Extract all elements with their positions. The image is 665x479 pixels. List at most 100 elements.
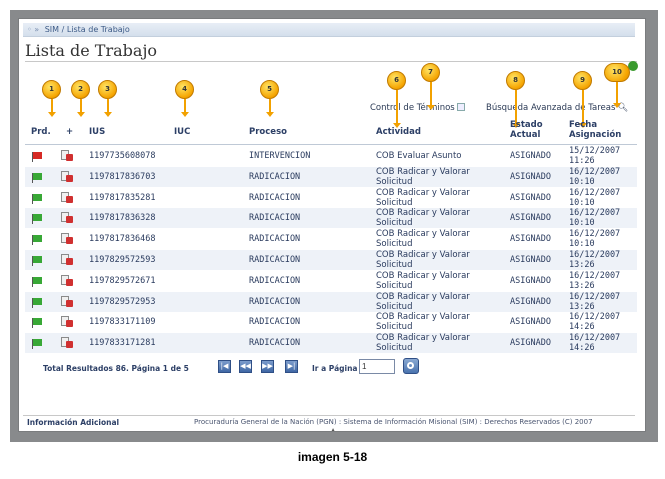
priority-flag-icon — [32, 318, 42, 329]
next-page-button[interactable]: ▶▶ — [261, 360, 274, 373]
col-ius[interactable]: IUS — [89, 127, 105, 137]
table-row[interactable]: 1197817836328 RADICACION COB Radicar y Val… — [25, 208, 637, 229]
col-proceso[interactable]: Proceso — [249, 127, 287, 137]
breadcrumb-text[interactable]: SIM / Lista de Trabajo — [45, 25, 130, 34]
prev-page-button[interactable]: ◀◀ — [239, 360, 252, 373]
callout-6: 6 — [387, 71, 406, 90]
screenshot-frame: ◦ » SIM / Lista de Trabajo Lista de Trab… — [10, 10, 658, 442]
cell-ius[interactable]: 1197735608078 — [89, 146, 156, 166]
cell-ius[interactable]: 1197817836703 — [89, 167, 156, 187]
cell-proceso: RADICACION — [249, 213, 301, 224]
cell-actividad-line1: COB Radicar y Valorar — [376, 291, 470, 302]
col-fecha-line1: Fecha — [569, 120, 598, 130]
first-page-button[interactable]: |◀ — [218, 360, 231, 373]
col-prd[interactable]: Prd. — [31, 127, 51, 137]
document-icon[interactable] — [61, 337, 73, 349]
table-row[interactable]: 1197829572671 RADICACION COB Radicar y Val… — [25, 271, 637, 291]
document-icon[interactable] — [61, 254, 73, 265]
cell-fecha-time: 10:10 — [569, 218, 595, 229]
document-icon[interactable] — [61, 191, 73, 203]
cell-actividad-line2: Solicitud — [376, 260, 413, 270]
cell-ius[interactable]: 1197833171109 — [89, 312, 156, 332]
document-icon[interactable] — [61, 295, 73, 307]
cell-actividad-line2: Solicitud — [376, 343, 413, 354]
chevron-up-icon[interactable]: ▲ — [327, 428, 339, 432]
document-icon[interactable] — [61, 233, 73, 245]
col-actividad[interactable]: Actividad — [376, 127, 421, 137]
cell-fecha-date: 16/12/2007 — [569, 291, 621, 302]
cell-fecha: 16/12/2007 14:26 — [569, 333, 620, 353]
cell-actividad-line1: COB Radicar y Valorar — [376, 333, 470, 344]
col-iuc[interactable]: IUC — [174, 127, 190, 137]
table-header: Prd. + IUS IUC Proceso Actividad Estado … — [25, 117, 637, 145]
cell-actividad-line1: COB Radicar y Valorar — [376, 187, 470, 198]
cell-fecha-date: 16/12/2007 — [569, 166, 621, 177]
table-row[interactable]: 1197817835281 RADICACION COB Radicar y Val… — [25, 188, 637, 208]
cell-ius[interactable]: 1197817835281 — [89, 188, 156, 208]
cell-proceso: RADICACION — [249, 275, 301, 286]
callout-9: 9 — [573, 71, 592, 90]
cell-ius[interactable]: 1197817836468 — [89, 229, 156, 249]
cell-proceso: RADICACION — [249, 192, 301, 203]
cell-actividad: COB Radicar y Valorar Solicitud — [376, 167, 470, 187]
divider — [25, 61, 637, 62]
busqueda-avanzada-label: Búsqueda Avanzada de Tareas — [486, 103, 616, 113]
cell-ius[interactable]: 1197829572593 — [89, 250, 156, 270]
priority-flag-icon — [32, 256, 42, 266]
table-row[interactable]: 1197829572953 RADICACION COB Radicar y Val… — [25, 291, 637, 312]
cell-estado: ASIGNADO — [510, 317, 551, 328]
document-icon[interactable] — [61, 170, 73, 182]
cell-fecha-date: 16/12/2007 — [569, 229, 621, 240]
cell-fecha-date: 16/12/2007 — [569, 333, 621, 344]
cell-ius[interactable]: 1197829572671 — [89, 271, 156, 291]
col-fecha[interactable]: Fecha Asignación — [569, 120, 621, 140]
priority-flag-icon — [32, 172, 42, 183]
busqueda-avanzada-link[interactable]: Búsqueda Avanzada de Tareas 🔍︎ — [486, 103, 628, 113]
col-estado[interactable]: Estado Actual — [510, 120, 543, 140]
goto-page-input[interactable] — [359, 359, 395, 374]
cell-fecha-date: 16/12/2007 — [569, 208, 621, 219]
cell-actividad-line1: COB Radicar y Valorar — [376, 208, 470, 219]
results-summary: Total Resultados 86. Página 1 de 5 — [43, 364, 189, 373]
cell-actividad-line2: Solicitud — [376, 280, 413, 291]
document-icon[interactable] — [61, 316, 73, 328]
cell-fecha-time: 14:26 — [569, 322, 595, 333]
last-page-button[interactable]: ▶| — [285, 360, 298, 373]
col-plus[interactable]: + — [66, 127, 73, 137]
document-icon[interactable] — [61, 150, 73, 161]
cell-ius[interactable]: 1197833171281 — [89, 333, 156, 353]
cell-fecha-date: 16/12/2007 — [569, 250, 621, 260]
table-row[interactable]: 1197829572593 RADICACION COB Radicar y Val… — [25, 250, 637, 270]
cell-fecha-time: 11:26 — [569, 156, 595, 166]
table-row[interactable]: 1197817836468 RADICACION COB Radicar y Val… — [25, 229, 637, 249]
cell-estado: ASIGNADO — [510, 255, 551, 265]
cell-ius[interactable]: 1197829572953 — [89, 292, 156, 312]
cell-ius[interactable]: 1197817836328 — [89, 208, 156, 228]
cell-proceso: RADICACION — [249, 296, 301, 307]
footer-info-link[interactable]: Información Adicional — [27, 418, 119, 427]
cell-proceso: INTERVENCION — [249, 151, 311, 161]
callout-5: 5 — [260, 80, 279, 99]
figure-caption: imagen 5-18 — [297, 450, 368, 464]
control-terminos-label: Control de Términos — [370, 103, 455, 113]
cell-fecha: 16/12/2007 13:26 — [569, 292, 620, 312]
cell-actividad-line2: Solicitud — [376, 301, 413, 312]
document-icon[interactable] — [61, 274, 73, 286]
goto-page-button[interactable] — [403, 358, 419, 374]
cell-fecha-time: 10:10 — [569, 176, 595, 187]
table-row[interactable]: 1197735608078 INTERVENCION COB Evaluar Asu… — [25, 146, 637, 166]
document-icon[interactable] — [61, 212, 73, 224]
table-row[interactable]: 1197833171109 RADICACION COB Radicar y Val… — [25, 312, 637, 332]
cell-estado: ASIGNADO — [510, 338, 551, 349]
callout-arrow — [613, 82, 621, 108]
divider — [23, 415, 635, 416]
cell-actividad-line2: Solicitud — [376, 218, 413, 229]
control-terminos-link[interactable]: Control de Términos — [370, 103, 465, 113]
table-row[interactable]: 1197817836703 RADICACION COB Radicar y Val… — [25, 166, 637, 187]
table-row[interactable]: 1197833171281 RADICACION COB Radicar y Val… — [25, 333, 637, 354]
footer-copyright: Procuraduría General de la Nación (PGN) … — [194, 418, 593, 426]
callout-arrow — [48, 99, 56, 117]
callout-arrow — [427, 82, 435, 110]
cell-fecha-time: 10:10 — [569, 197, 595, 208]
cell-proceso: RADICACION — [249, 234, 301, 245]
